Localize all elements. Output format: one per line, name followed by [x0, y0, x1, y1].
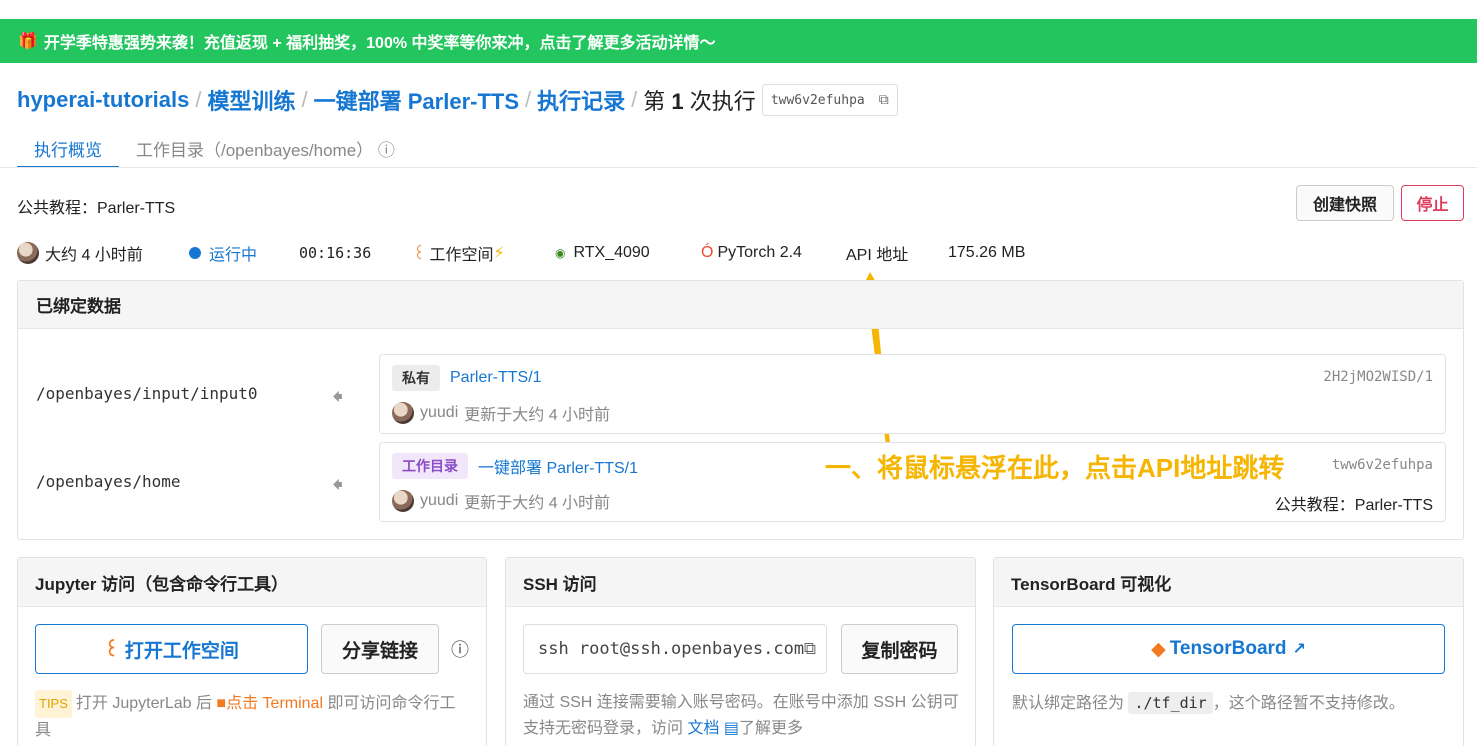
jupyter-icon: ꒰ [413, 246, 426, 263]
breadcrumb-records[interactable]: 执行记录 [537, 84, 625, 116]
banner-text: 开学季特惠强势来袭！充值返现 + 福利抽奖，100% 中奖率等你来冲，点击了解更… [43, 35, 716, 52]
ssh-help-text: 通过 SSH 连接需要输入账号密码。在账号中添加 SSH 公钥可支持无密码登录，… [523, 694, 959, 737]
docs-link[interactable]: 文档 ▤ [687, 720, 739, 737]
running-dot-icon [189, 247, 201, 259]
nvidia-icon: ◉ [555, 246, 566, 260]
ssh-panel: SSH 访问 ssh root@ssh.openbayes.com ⧉ 复制密码… [505, 557, 976, 746]
copy-password-button[interactable]: 复制密码 [841, 624, 958, 674]
tab-overview[interactable]: 执行概览 [17, 126, 119, 168]
tensorboard-button[interactable]: ◆ TensorBoard ↗ [1012, 624, 1445, 674]
arrow-left-icon: 🠸 [332, 384, 344, 409]
status-bar: 大约 4 小时前 运行中 00:16:36 ꒰ 工作空间 ⚡ ◉ RTX_409… [17, 240, 1025, 266]
stop-button[interactable]: 停止 [1401, 185, 1464, 221]
dataset-card: 私有 Parler-TTS/1 2H2jMO2WISD/1 yuudi 更新于大… [379, 354, 1446, 434]
workdir-tag: 工作目录 [392, 453, 468, 479]
gpu-type: ◉ RTX_4090 [555, 244, 650, 261]
framework: Ó PyTorch 2.4 [701, 244, 802, 261]
camera-icon: ■ [216, 695, 227, 712]
bound-data-panel: 已绑定数据 /openbayes/input/input0 🠸 私有 Parle… [17, 280, 1464, 540]
dataset-link[interactable]: Parler-TTS/1 [450, 369, 542, 387]
breadcrumb-org[interactable]: hyperai-tutorials [17, 87, 189, 113]
breadcrumb-project[interactable]: 一键部署 Parler-TTS [314, 84, 519, 116]
share-link-button[interactable]: 分享链接 [321, 624, 439, 674]
created-time: 大约 4 小时前 [17, 241, 189, 265]
public-tutorial-label: 公共教程：Parler-TTS [17, 200, 176, 217]
tabs-divider [0, 167, 1477, 168]
tab-bar: 执行概览 工作目录（/openbayes/home） ⓘ [17, 126, 412, 168]
annotation-text: 一、将鼠标悬浮在此，点击API地址跳转 [825, 453, 1285, 483]
tf-dir-path: ./tf_dir [1128, 692, 1213, 714]
workdir-source: 公共教程：Parler-TTS [1274, 497, 1433, 514]
mount-path: /openbayes/input/input0 [36, 384, 258, 403]
jupyter-panel: Jupyter 访问（包含命令行工具） ꒰ 打开工作空间 分享链接 ⓘ TIPS… [17, 557, 487, 746]
workdir-id: tww6v2efuhpa [1331, 457, 1433, 473]
avatar [392, 490, 414, 512]
tab-workdir[interactable]: 工作目录（/openbayes/home） ⓘ [119, 126, 412, 168]
open-workspace-button[interactable]: ꒰ 打开工作空间 [35, 624, 308, 674]
breadcrumb-separator: / [301, 87, 308, 112]
mount-path: /openbayes/home [36, 472, 181, 491]
create-snapshot-button[interactable]: 创建快照 [1296, 185, 1394, 221]
external-link-icon: ↗ [1292, 641, 1306, 658]
gift-icon: 🎁 [18, 33, 38, 50]
elapsed-time: 00:16:36 [299, 244, 372, 262]
jupyter-help-text: TIPS 打开 JupyterLab 后 ■点击 Terminal 即可访问命令行… [35, 690, 465, 744]
dataset-id: 2H2jMO2WISD/1 [1323, 369, 1433, 385]
tips-badge: TIPS [35, 690, 72, 718]
breadcrumb-separator: / [525, 87, 532, 112]
ssh-title: SSH 访问 [506, 558, 975, 607]
info-icon[interactable]: ⓘ [451, 636, 469, 662]
breadcrumb-separator: / [195, 87, 202, 112]
copy-icon[interactable]: ⧉ [879, 92, 889, 108]
data-size: 175.26 MB [948, 244, 1026, 261]
workdir-meta: yuudi 更新于大约 4 小时前 [392, 489, 610, 513]
ssh-command-field[interactable]: ssh root@ssh.openbayes.com ⧉ [523, 624, 827, 674]
private-tag: 私有 [392, 365, 440, 391]
info-icon: ⓘ [377, 141, 395, 160]
avatar [17, 242, 39, 264]
lightning-icon: ⚡ [493, 245, 505, 262]
workdir-link[interactable]: 一键部署 Parler-TTS/1 [478, 454, 638, 478]
execution-id-box[interactable]: tww6v2efuhpa ⧉ [761, 84, 898, 116]
breadcrumb-separator: / [631, 87, 638, 112]
execution-id: tww6v2efuhpa [770, 92, 865, 108]
bound-data-title: 已绑定数据 [18, 281, 1463, 329]
tensorboard-panel: TensorBoard 可视化 ◆ TensorBoard ↗ 默认绑定路径为 … [993, 557, 1464, 746]
breadcrumb-current: 第 1 次执行 [643, 89, 756, 114]
avatar [392, 402, 414, 424]
jupyter-icon: ꒰ [104, 640, 119, 661]
tensorboard-help-text: 默认绑定路径为 ./tf_dir ，这个路径暂不支持修改。 [1012, 692, 1405, 714]
breadcrumb-category[interactable]: 模型训练 [208, 84, 296, 116]
api-address-link[interactable]: API 地址 [846, 241, 948, 265]
tensorboard-title: TensorBoard 可视化 [994, 558, 1463, 607]
pytorch-icon: Ó [701, 244, 714, 261]
promo-banner[interactable]: 🎁 开学季特惠强势来袭！充值返现 + 福利抽奖，100% 中奖率等你来冲，点击了… [0, 19, 1477, 63]
tensorboard-icon: ◆ [1151, 638, 1166, 660]
copy-icon[interactable]: ⧉ [804, 639, 816, 659]
dataset-meta: yuudi 更新于大约 4 小时前 [392, 401, 610, 425]
run-status: 运行中 [189, 241, 299, 265]
arrow-left-icon: 🠸 [332, 472, 344, 497]
jupyter-title: Jupyter 访问（包含命令行工具） [18, 558, 486, 607]
breadcrumb: hyperai-tutorials / 模型训练 / 一键部署 Parler-T… [17, 84, 898, 116]
workspace-link[interactable]: ꒰ 工作空间 ⚡ [413, 241, 555, 265]
